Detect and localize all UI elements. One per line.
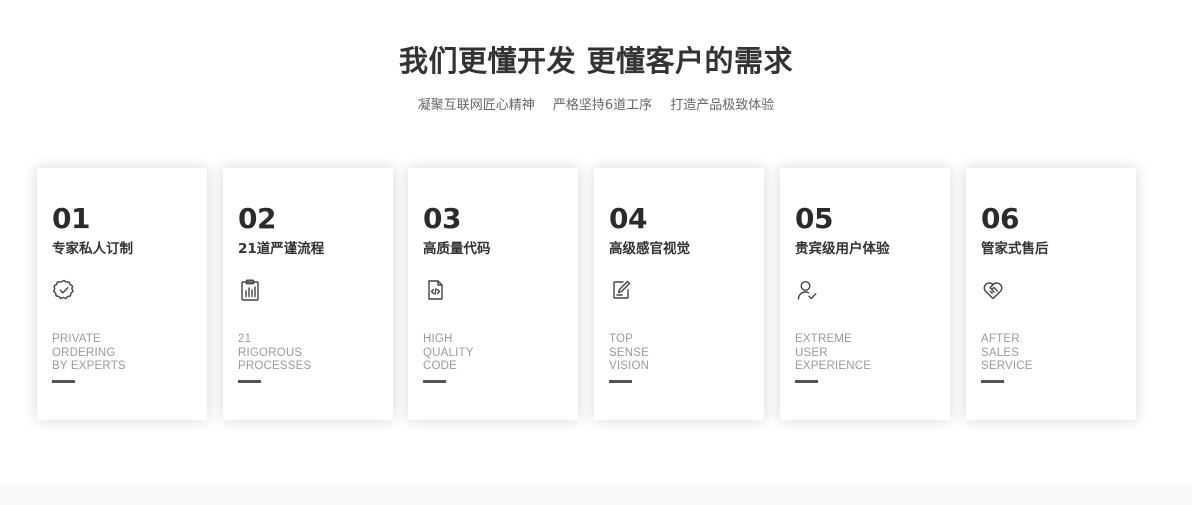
card-number: 03: [423, 202, 461, 235]
edit-note-icon: [609, 278, 633, 302]
services-section: 我们更懂开发 更懂客户的需求 凝聚互联网匠心精神 严格坚持6道工序 打造产品极致…: [0, 0, 1192, 505]
subtitle-item: 打造产品极致体验: [670, 98, 775, 113]
english-line: EXPERIENCE: [795, 360, 872, 372]
english-line: RIGOROUS: [238, 346, 303, 359]
accent-bar: [52, 380, 75, 383]
card-english-text: AFTER SALES SERVICE: [981, 333, 1033, 374]
badge-check-icon: [52, 278, 76, 302]
card-title: 管家式售后: [981, 241, 1049, 257]
english-line: HIGH: [423, 333, 453, 345]
section-title: 我们更懂开发 更懂客户的需求: [398, 44, 794, 78]
next-section-edge: [0, 484, 1192, 505]
service-card-03[interactable]: 03 高质量代码 HIGH QUALITY CODE: [408, 168, 578, 420]
card-number: 01: [52, 202, 90, 235]
service-card-05[interactable]: 05 贵宾级用户体验 EXTREME USER EXPERIENCE: [780, 168, 950, 420]
english-line: AFTER: [981, 333, 1020, 345]
card-title: 专家私人订制: [52, 241, 133, 257]
english-line: SALES: [981, 346, 1020, 359]
accent-bar: [423, 380, 446, 383]
code-file-icon: [423, 278, 447, 302]
card-number: 04: [609, 202, 647, 235]
card-number: 06: [981, 202, 1019, 235]
english-line: PROCESSES: [238, 360, 312, 372]
service-card-04[interactable]: 04 高级感官视觉 TOP SENSE VISION: [594, 168, 764, 420]
service-card-02[interactable]: 02 21道严谨流程 21 RIGOROUS PROCESSES: [223, 168, 393, 420]
english-line: BY EXPERTS: [52, 360, 126, 372]
service-card-01[interactable]: 01 专家私人订制 PRIVATE ORDERING BY EXPERTS: [37, 168, 207, 420]
english-line: TOP: [609, 333, 634, 345]
english-line: ORDERING: [52, 346, 116, 359]
card-english-text: HIGH QUALITY CODE: [423, 333, 474, 374]
card-english-text: 21 RIGOROUS PROCESSES: [238, 333, 311, 374]
card-number: 05: [795, 202, 833, 235]
subtitle-item: 凝聚互联网匠心精神: [417, 98, 535, 113]
english-line: SERVICE: [981, 360, 1033, 372]
card-english-text: EXTREME USER EXPERIENCE: [795, 333, 871, 374]
accent-bar: [795, 380, 818, 383]
clipboard-chart-icon: [238, 278, 262, 302]
english-line: USER: [795, 346, 828, 359]
subtitle-item: 严格坚持6道工序: [552, 98, 653, 113]
card-title: 高级感官视觉: [609, 241, 690, 257]
user-check-icon: [795, 278, 819, 302]
card-number: 02: [238, 202, 276, 235]
accent-bar: [981, 380, 1004, 383]
english-line: CODE: [423, 360, 458, 372]
section-subtitle: 凝聚互联网匠心精神 严格坚持6道工序 打造产品极致体验: [0, 94, 1192, 113]
accent-bar: [609, 380, 632, 383]
card-title: 高质量代码: [423, 241, 491, 257]
heart-handshake-icon: [981, 278, 1005, 302]
accent-bar: [238, 380, 261, 383]
card-english-text: TOP SENSE VISION: [609, 333, 649, 374]
service-cards: 01 专家私人订制 PRIVATE ORDERING BY EXPERTS 02…: [37, 168, 1137, 420]
english-line: 21: [238, 333, 252, 345]
english-line: PRIVATE: [52, 333, 101, 345]
card-title: 贵宾级用户体验: [795, 241, 890, 257]
english-line: VISION: [609, 360, 650, 372]
service-card-06[interactable]: 06 管家式售后 AFTER SALES SERVICE: [966, 168, 1136, 420]
card-english-text: PRIVATE ORDERING BY EXPERTS: [52, 333, 126, 374]
english-line: EXTREME: [795, 333, 852, 345]
card-title: 21道严谨流程: [238, 241, 325, 257]
english-line: QUALITY: [423, 346, 474, 359]
english-line: SENSE: [609, 346, 649, 359]
